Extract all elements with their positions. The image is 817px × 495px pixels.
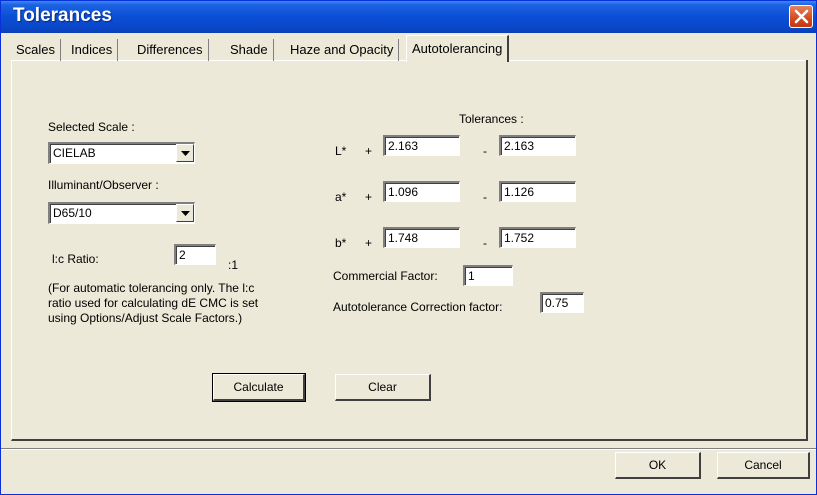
b-plus-input[interactable]: 1.748 [383,227,460,248]
b-star-label: b* [335,236,347,250]
chevron-down-icon [181,151,190,156]
illuminant-observer-combo[interactable]: D65/10 [48,202,195,224]
lc-ratio-label: l:c Ratio: [52,252,99,266]
autotolerance-correction-input[interactable]: 0.75 [540,292,584,313]
l-minus-input[interactable]: 2.163 [499,135,576,156]
cancel-button[interactable]: Cancel [717,452,810,479]
close-button[interactable] [789,5,813,28]
l-star-label: L* [335,144,347,158]
tolerances-dialog: Tolerances Scales Indices Differences Sh… [0,0,817,495]
note-line-2: ratio used for calculating dE CMC is set [48,296,259,310]
lc-ratio-input[interactable]: 2 [174,244,216,265]
lc-ratio-suffix: :1 [228,258,239,272]
illuminant-observer-value: D65/10 [53,206,92,220]
tab-scales[interactable]: Scales [11,39,62,61]
a-minus-input[interactable]: 1.126 [499,181,576,202]
illuminant-observer-dropdown-button[interactable] [176,204,194,222]
a-plus-sign: + [365,190,373,204]
l-plus-sign: + [365,144,373,158]
tab-differences[interactable]: Differences [132,39,209,61]
tab-shade[interactable]: Shade [225,39,274,61]
selected-scale-value: CIELAB [53,146,96,160]
footer-separator [1,448,816,450]
selected-scale-combo[interactable]: CIELAB [48,142,195,164]
l-minus-sign: - [483,144,487,158]
window-title: Tolerances [13,5,112,26]
tab-autotolerancing[interactable]: Autotolerancing [406,35,510,62]
illuminant-observer-label: Illuminant/Observer : [48,178,159,192]
a-plus-input[interactable]: 1.096 [383,181,460,202]
selected-scale-dropdown-button[interactable] [176,144,194,162]
tolerances-header: Tolerances : [459,112,524,126]
close-icon [794,9,809,24]
l-plus-input[interactable]: 2.163 [383,135,460,156]
ok-button[interactable]: OK [615,452,701,479]
tab-haze-and-opacity[interactable]: Haze and Opacity [285,39,400,61]
b-minus-input[interactable]: 1.752 [499,227,576,248]
commercial-factor-input[interactable]: 1 [463,265,513,286]
note-line-1: (For automatic tolerancing only. The l:c [48,281,255,295]
b-plus-sign: + [365,236,373,250]
b-minus-sign: - [483,236,487,250]
commercial-factor-label: Commercial Factor: [333,269,438,283]
autotolerancing-panel: Selected Scale : CIELAB Illuminant/Obser… [11,60,808,441]
note-line-3: using Options/Adjust Scale Factors.) [48,311,243,325]
calculate-button[interactable]: Calculate [212,373,306,402]
chevron-down-icon [181,211,190,216]
a-minus-sign: - [483,190,487,204]
clear-button[interactable]: Clear [335,374,431,401]
a-star-label: a* [335,190,347,204]
tab-indices[interactable]: Indices [66,39,119,61]
autotolerance-correction-label: Autotolerance Correction factor: [333,300,503,314]
title-bar[interactable]: Tolerances [1,1,816,33]
selected-scale-label: Selected Scale : [48,120,135,134]
